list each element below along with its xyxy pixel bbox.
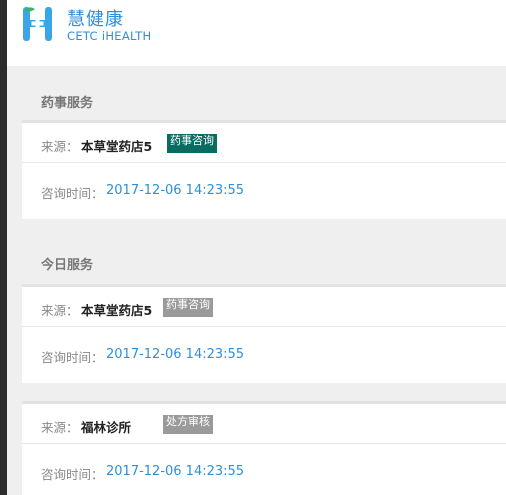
card-time-row: 咨询时间： 2017-12-06 14:23:55: [22, 444, 506, 495]
source-name: 本草堂药店5: [81, 303, 153, 318]
consult-time-label: 咨询时间：: [41, 467, 104, 482]
card-time-row: 咨询时间： 2017-12-06 14:23:55: [22, 163, 506, 219]
service-type-tag: 药事咨询: [167, 134, 217, 153]
consult-time-label: 咨询时间：: [41, 350, 104, 365]
brand-subtitle: CETC iHEALTH: [67, 29, 152, 43]
consult-time-value: 2017-12-06 14:23:55: [106, 183, 245, 198]
service-type-tag: 处方审核: [163, 415, 213, 434]
service-card[interactable]: 来源： 本草堂药店5 药事咨询 咨询时间： 2017-12-06 14:23:5…: [22, 120, 506, 219]
consult-time-value: 2017-12-06 14:23:55: [106, 347, 245, 362]
section-title-pharmacy-service: 药事服务: [41, 96, 94, 111]
section-title-today-service: 今日服务: [41, 258, 94, 273]
main-content: 药事服务 来源： 本草堂药店5 药事咨询 咨询时间： 2017-12-06 14…: [7, 66, 506, 495]
consult-time-label: 咨询时间：: [41, 186, 104, 201]
source-label: 来源：: [41, 303, 79, 318]
card-source-row: 来源： 本草堂药店5 药事咨询: [22, 287, 506, 327]
card-time-row: 咨询时间： 2017-12-06 14:23:55: [22, 327, 506, 383]
app-header: 慧健康 CETC iHEALTH: [7, 0, 506, 66]
card-source-row: 来源： 本草堂药店5 药事咨询: [22, 123, 506, 163]
service-card[interactable]: 来源： 本草堂药店5 药事咨询 咨询时间： 2017-12-06 14:23:5…: [22, 284, 506, 383]
ihealth-logo-icon: [23, 7, 52, 41]
source-label: 来源：: [41, 420, 79, 435]
card-source-row: 来源： 福林诊所 处方审核: [22, 404, 506, 444]
service-type-tag: 药事咨询: [163, 298, 213, 317]
source-name: 本草堂药店5: [81, 139, 153, 154]
source-name: 福林诊所: [81, 420, 132, 435]
consult-time-value: 2017-12-06 14:23:55: [106, 464, 245, 479]
service-card[interactable]: 来源： 福林诊所 处方审核 咨询时间： 2017-12-06 14:23:55: [22, 401, 506, 495]
source-label: 来源：: [41, 139, 79, 154]
brand-name: 慧健康: [67, 9, 124, 30]
window-edge-bar: [0, 0, 7, 495]
